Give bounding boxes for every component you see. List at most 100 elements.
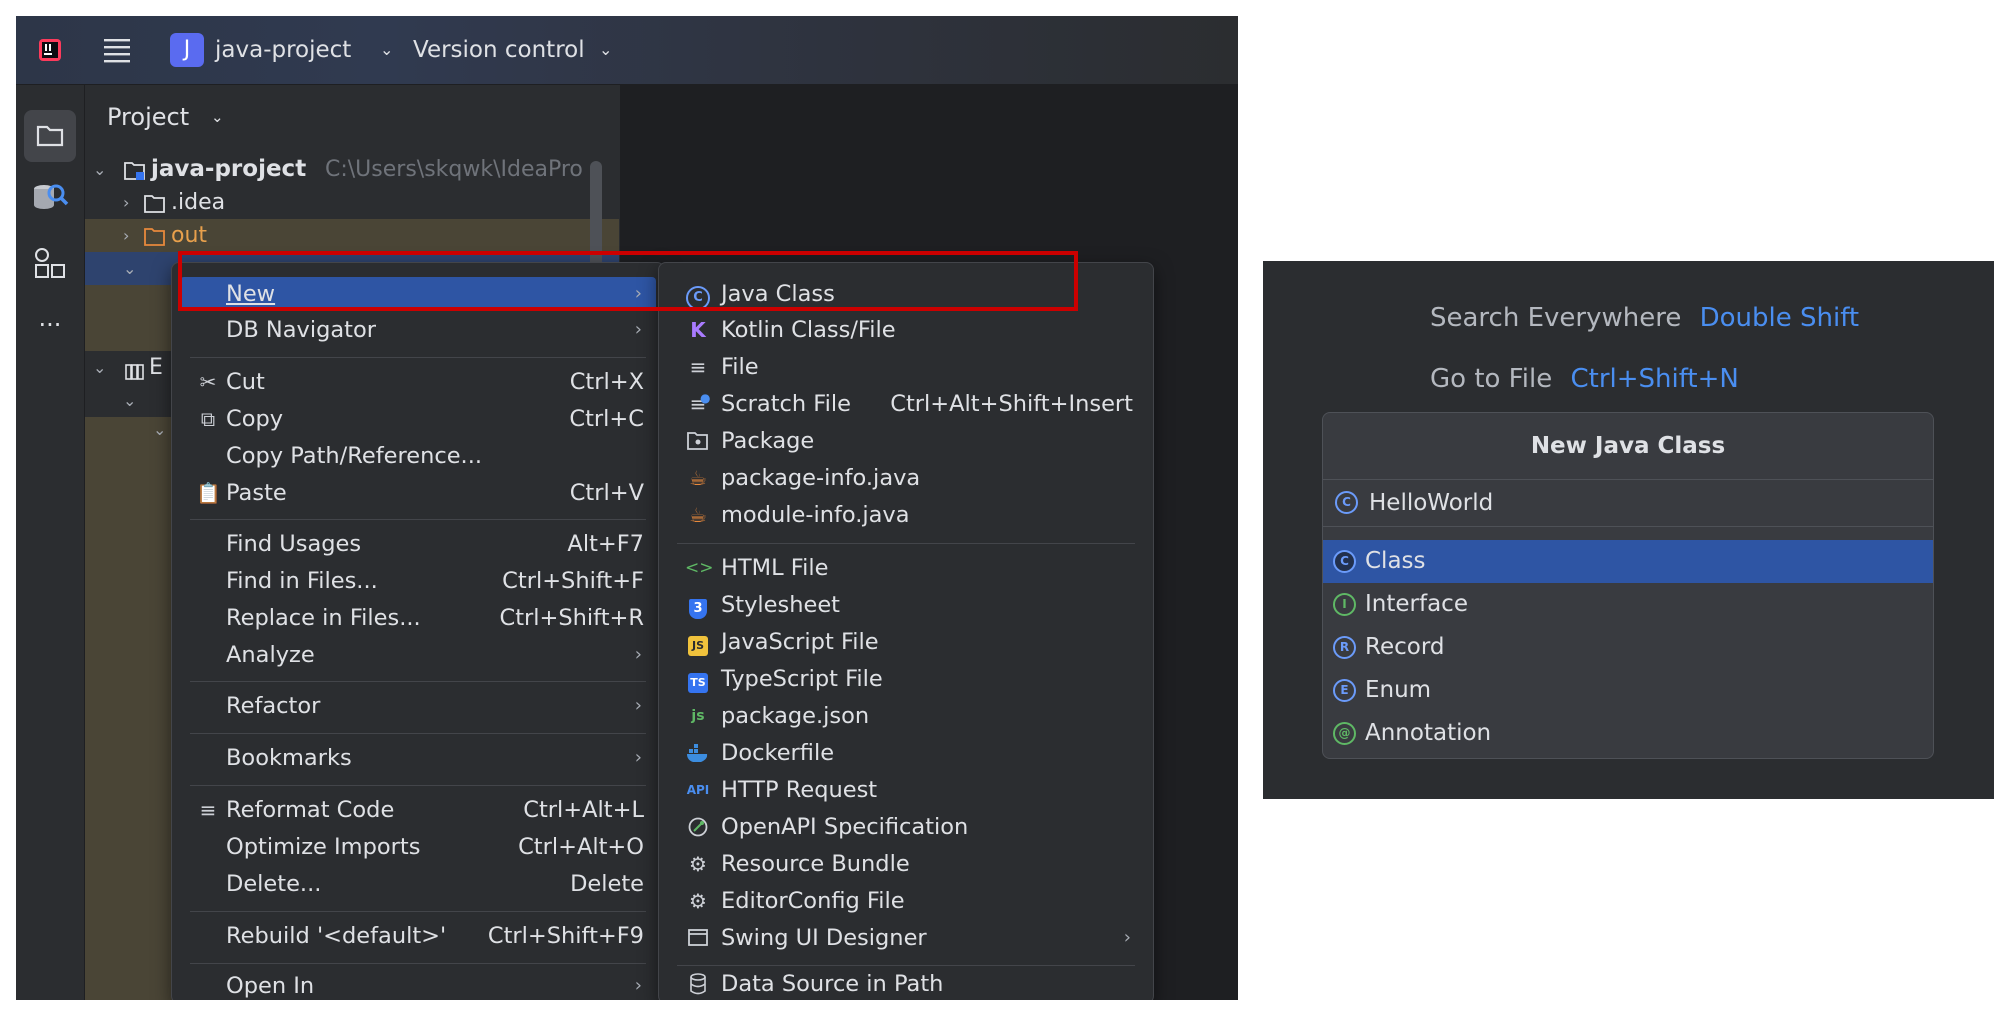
menu-item-find-in-files[interactable]: Find in Files... Ctrl+Shift+F (180, 564, 656, 598)
project-selector[interactable]: J java-project ⌄ (170, 16, 400, 84)
menu-item-label: Optimize Imports (226, 834, 421, 860)
class-name-input[interactable]: C HelloWorld (1323, 480, 1933, 527)
intellij-logo-icon[interactable] (38, 38, 62, 62)
menu-item-bookmarks[interactable]: Bookmarks › (180, 741, 656, 775)
menu-item-package-info[interactable]: ☕ package-info.java (667, 461, 1145, 495)
menu-item-javascript-file[interactable]: JS JavaScript File (667, 625, 1145, 659)
option-interface[interactable]: I Interface (1323, 583, 1933, 626)
menu-item-swing-ui-designer[interactable]: Swing UI Designer › (667, 921, 1145, 955)
hint-label: Go to File (1430, 364, 1553, 394)
menu-item-cut[interactable]: ✂ Cut Ctrl+X (180, 365, 656, 399)
menu-item-label: Resource Bundle (721, 851, 910, 877)
new-java-class-dialog: New Java Class C HelloWorld C Class I In… (1322, 412, 1934, 759)
chevron-down-icon: ⌄ (380, 40, 394, 59)
menu-item-editorconfig[interactable]: ⚙ EditorConfig File (667, 884, 1145, 918)
plugins-icon[interactable] (32, 245, 68, 281)
project-panel-header[interactable]: Project ⌄ (107, 99, 307, 135)
menu-item-label: Replace in Files... (226, 605, 421, 631)
menu-item-label: Swing UI Designer (721, 925, 927, 951)
chevron-down-icon: ⌄ (599, 40, 613, 59)
menu-item-package[interactable]: Package (667, 424, 1145, 458)
menu-item-find-usages[interactable]: Find Usages Alt+F7 (180, 527, 656, 561)
separator (677, 965, 1135, 966)
menu-item-label: Find Usages (226, 531, 362, 557)
menu-item-label: Dockerfile (721, 740, 835, 766)
nodejs-icon: js (691, 708, 705, 724)
menu-item-shortcut: Ctrl+Shift+R (499, 605, 644, 631)
kotlin-icon: K (690, 318, 706, 342)
record-icon: R (1333, 636, 1356, 659)
java-cup-icon: ☕ (689, 503, 707, 527)
menu-item-open-in[interactable]: Open In › (180, 969, 656, 1000)
dialog-title: New Java Class (1323, 413, 1933, 480)
javascript-icon: JS (685, 625, 711, 659)
menu-item-db-navigator[interactable]: DB Navigator › (180, 313, 656, 347)
menu-item-copy-path[interactable]: Copy Path/Reference... (180, 439, 656, 473)
option-record[interactable]: R Record (1323, 626, 1933, 669)
menu-item-label: Cut (226, 369, 265, 395)
chevron-down-icon: ⌄ (211, 108, 224, 126)
separator (677, 543, 1135, 544)
menu-item-refactor[interactable]: Refactor › (180, 689, 656, 723)
menu-item-module-info[interactable]: ☕ module-info.java (667, 498, 1145, 532)
docker-icon (685, 736, 711, 773)
tree-row-out[interactable]: › out (85, 219, 619, 252)
menu-item-label: Analyze (226, 642, 315, 668)
menu-item-openapi[interactable]: OpenAPI Specification (667, 810, 1145, 844)
menu-item-delete[interactable]: Delete... Delete (180, 867, 656, 901)
option-label: Record (1365, 634, 1445, 660)
gear-icon: ⚙ (689, 889, 707, 913)
menu-item-package-json[interactable]: js package.json (667, 699, 1145, 733)
db-search-icon[interactable] (28, 175, 72, 219)
separator (190, 785, 646, 786)
menu-item-analyze[interactable]: Analyze › (180, 638, 656, 672)
menu-item-kotlin[interactable]: K Kotlin Class/File (667, 313, 1145, 347)
menu-item-file[interactable]: ≡ File (667, 350, 1145, 384)
menu-item-label: Rebuild '<default>' (226, 923, 447, 949)
more-icon[interactable]: ··· (30, 310, 70, 340)
project-badge: J (170, 33, 204, 67)
menu-item-label: Kotlin Class/File (721, 317, 896, 343)
menu-item-label: Copy (226, 406, 284, 432)
project-root-name: java-project (151, 156, 307, 182)
new-submenu: C Java Class K Kotlin Class/File ≡ File … (658, 262, 1154, 1000)
version-control-selector[interactable]: Version control ⌄ (413, 16, 623, 84)
menu-item-http-request[interactable]: API HTTP Request (667, 773, 1145, 807)
menu-item-typescript-file[interactable]: TS TypeScript File (667, 662, 1145, 696)
menu-item-html-file[interactable]: <> HTML File (667, 551, 1145, 585)
new-java-class-panel: Search Everywhere Double Shift Go to Fil… (1263, 261, 1994, 799)
option-enum[interactable]: E Enum (1323, 669, 1933, 712)
file-icon: ≡ (689, 355, 707, 379)
tree-row-idea[interactable]: › .idea (85, 186, 619, 219)
menu-item-shortcut: Ctrl+Alt+L (523, 797, 644, 823)
project-panel-title: Project (107, 103, 190, 131)
menu-item-shortcut: Ctrl+Alt+Shift+Insert (890, 391, 1133, 417)
tree-row-root[interactable]: ⌄ java-project C:\Users\skqwk\IdeaPro (85, 153, 619, 186)
menu-item-dockerfile[interactable]: Dockerfile (667, 736, 1145, 770)
menu-item-stylesheet[interactable]: 3 Stylesheet (667, 588, 1145, 622)
menu-item-label: Find in Files... (226, 568, 378, 594)
menu-item-label: Stylesheet (721, 592, 841, 618)
menu-item-data-source-in-path[interactable]: Data Source in Path (667, 967, 1145, 1000)
menu-item-reformat-code[interactable]: ≡ Reformat Code Ctrl+Alt+L (180, 793, 656, 827)
menu-item-replace-in-files[interactable]: Replace in Files... Ctrl+Shift+R (180, 601, 656, 635)
separator (190, 911, 646, 912)
menu-item-copy[interactable]: ⧉ Copy Ctrl+C (180, 402, 656, 436)
chevron-right-icon: › (123, 193, 130, 212)
option-class[interactable]: C Class (1323, 540, 1933, 583)
version-control-label: Version control (413, 37, 585, 63)
scratch-file-icon: ≡ ● (689, 391, 711, 416)
menu-item-label: Reformat Code (226, 797, 395, 823)
class-icon: C (1335, 491, 1358, 514)
menu-item-resource-bundle[interactable]: ⚙ Resource Bundle (667, 847, 1145, 881)
menu-item-rebuild[interactable]: Rebuild '<default>' Ctrl+Shift+F9 (180, 919, 656, 953)
menu-item-optimize-imports[interactable]: Optimize Imports Ctrl+Alt+O (180, 830, 656, 864)
chevron-right-icon: › (634, 319, 642, 340)
folder-icon[interactable] (24, 110, 76, 162)
enum-icon: E (1333, 679, 1356, 702)
main-menu-icon[interactable] (102, 36, 132, 64)
menu-item-scratch-file[interactable]: ≡ ● Scratch File Ctrl+Alt+Shift+Insert (667, 387, 1145, 421)
gear-icon: ⚙ (689, 852, 707, 876)
option-annotation[interactable]: @ Annotation (1323, 712, 1933, 755)
menu-item-paste[interactable]: 📋 Paste Ctrl+V (180, 476, 656, 510)
